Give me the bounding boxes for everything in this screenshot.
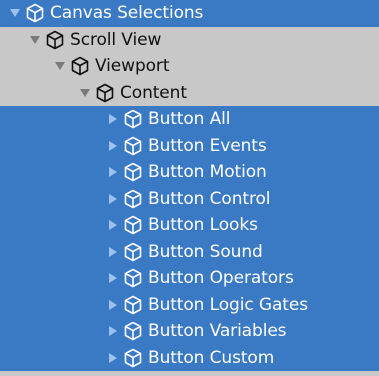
- gameobject-cube-icon: [94, 82, 116, 104]
- expanded-foldout-icon[interactable]: [28, 33, 42, 47]
- collapsed-foldout-icon[interactable]: [106, 112, 120, 126]
- hierarchy-item-button-variables[interactable]: Button Variables: [0, 318, 379, 345]
- hierarchy-item-label: Button Events: [148, 135, 267, 156]
- gameobject-cube-icon: [122, 214, 144, 236]
- hierarchy-item-label: Content: [120, 82, 187, 103]
- hierarchy-item-label: Button Operators: [148, 268, 294, 289]
- collapsed-foldout-icon[interactable]: [106, 139, 120, 153]
- gameobject-cube-icon: [44, 29, 66, 51]
- hierarchy-item-button-operators[interactable]: Button Operators: [0, 265, 379, 292]
- gameobject-cube-icon: [122, 135, 144, 157]
- gameobject-cube-icon: [122, 188, 144, 210]
- gameobject-cube-icon: [122, 294, 144, 316]
- collapsed-foldout-icon[interactable]: [106, 192, 120, 206]
- gameobject-cube-icon: [122, 320, 144, 342]
- hierarchy-item-canvas-selections[interactable]: Canvas Selections: [0, 0, 379, 27]
- hierarchy-item-button-all[interactable]: Button All: [0, 106, 379, 133]
- gameobject-cube-icon: [122, 161, 144, 183]
- hierarchy-item-label: Button Sound: [148, 241, 263, 262]
- hierarchy-item-button-events[interactable]: Button Events: [0, 132, 379, 159]
- expanded-foldout-icon[interactable]: [53, 59, 67, 73]
- hierarchy-item-label: Button Motion: [148, 162, 267, 183]
- collapsed-foldout-icon[interactable]: [106, 298, 120, 312]
- gameobject-cube-icon: [122, 267, 144, 289]
- expanded-foldout-icon[interactable]: [78, 86, 92, 100]
- hierarchy-item-button-looks[interactable]: Button Looks: [0, 212, 379, 239]
- hierarchy-item-label: Button All: [148, 109, 231, 130]
- gameobject-cube-icon: [69, 55, 91, 77]
- hierarchy-item-viewport[interactable]: Viewport: [0, 53, 379, 80]
- hierarchy-panel: Canvas Selections Scroll View Viewport C…: [0, 0, 379, 376]
- collapsed-foldout-icon[interactable]: [106, 165, 120, 179]
- expanded-foldout-icon[interactable]: [8, 6, 22, 20]
- collapsed-foldout-icon[interactable]: [106, 245, 120, 259]
- hierarchy-item-label: Button Logic Gates: [148, 294, 308, 315]
- hierarchy-item-button-sound[interactable]: Button Sound: [0, 238, 379, 265]
- hierarchy-item-label: Viewport: [95, 56, 170, 77]
- collapsed-foldout-icon[interactable]: [106, 218, 120, 232]
- collapsed-foldout-icon[interactable]: [106, 324, 120, 338]
- hierarchy-item-button-logic-gates[interactable]: Button Logic Gates: [0, 291, 379, 318]
- hierarchy-item-label: Button Control: [148, 188, 271, 209]
- hierarchy-item-label: Button Variables: [148, 321, 287, 342]
- gameobject-cube-icon: [122, 108, 144, 130]
- hierarchy-item-content[interactable]: Content: [0, 79, 379, 106]
- hierarchy-item-button-control[interactable]: Button Control: [0, 185, 379, 212]
- hierarchy-item-button-custom[interactable]: Button Custom: [0, 344, 379, 371]
- hierarchy-item-label: Button Looks: [148, 215, 258, 236]
- hierarchy-item-scroll-view[interactable]: Scroll View: [0, 26, 379, 53]
- hierarchy-item-label: Scroll View: [70, 29, 162, 50]
- gameobject-cube-icon: [122, 241, 144, 263]
- hierarchy-item-label: Canvas Selections: [50, 3, 204, 24]
- hierarchy-item-button-motion[interactable]: Button Motion: [0, 159, 379, 186]
- collapsed-foldout-icon[interactable]: [106, 351, 120, 365]
- gameobject-cube-icon: [122, 347, 144, 369]
- collapsed-foldout-icon[interactable]: [106, 271, 120, 285]
- hierarchy-item-label: Button Custom: [148, 347, 275, 368]
- gameobject-cube-icon: [24, 2, 46, 24]
